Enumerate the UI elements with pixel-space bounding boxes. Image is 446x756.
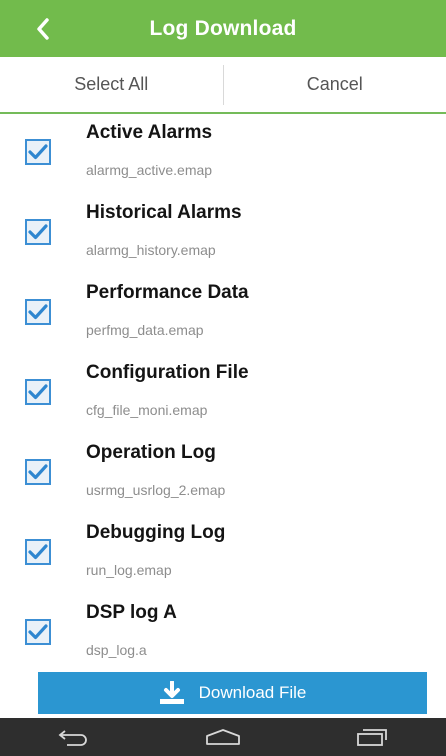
check-icon bbox=[28, 464, 48, 480]
item-filename: run_log.emap bbox=[86, 562, 172, 578]
page-title: Log Download bbox=[149, 16, 297, 40]
check-icon bbox=[28, 144, 48, 160]
action-bar: Select All Cancel bbox=[0, 57, 446, 114]
list-item[interactable]: Debugging Log run_log.emap bbox=[0, 514, 446, 594]
checkbox[interactable] bbox=[25, 539, 51, 565]
item-title: Historical Alarms bbox=[86, 202, 242, 223]
checkbox[interactable] bbox=[25, 459, 51, 485]
nav-back-button[interactable] bbox=[44, 718, 104, 756]
item-filename: alarmg_active.emap bbox=[86, 162, 213, 178]
item-title: Active Alarms bbox=[86, 122, 213, 143]
item-filename: alarmg_history.emap bbox=[86, 242, 216, 258]
list-item[interactable]: Configuration File cfg_file_moni.emap bbox=[0, 354, 446, 434]
item-filename: dsp_log.a bbox=[86, 642, 147, 658]
log-list: Active Alarms alarmg_active.emap Histori… bbox=[0, 114, 446, 674]
item-title: Debugging Log bbox=[86, 522, 226, 543]
item-filename: perfmg_data.emap bbox=[86, 322, 204, 338]
item-filename: cfg_file_moni.emap bbox=[86, 402, 208, 418]
check-icon bbox=[28, 304, 48, 320]
checkbox[interactable] bbox=[25, 139, 51, 165]
check-icon bbox=[28, 624, 48, 640]
item-title: Configuration File bbox=[86, 362, 249, 383]
download-file-button[interactable]: Download File bbox=[38, 672, 427, 714]
list-item[interactable]: Active Alarms alarmg_active.emap bbox=[0, 114, 446, 194]
system-navigation-bar bbox=[0, 718, 446, 756]
check-icon bbox=[28, 224, 48, 240]
nav-home-button[interactable] bbox=[193, 718, 253, 756]
item-title: DSP log A bbox=[86, 602, 177, 623]
nav-recent-button[interactable] bbox=[342, 718, 402, 756]
home-icon bbox=[206, 729, 240, 745]
checkbox[interactable] bbox=[25, 299, 51, 325]
checkbox[interactable] bbox=[25, 379, 51, 405]
select-all-button[interactable]: Select All bbox=[0, 57, 223, 112]
item-title: Operation Log bbox=[86, 442, 216, 463]
item-title: Performance Data bbox=[86, 282, 249, 303]
checkbox[interactable] bbox=[25, 619, 51, 645]
chevron-left-icon bbox=[37, 18, 49, 40]
check-icon bbox=[28, 544, 48, 560]
item-filename: usrmg_usrlog_2.emap bbox=[86, 482, 226, 498]
download-icon bbox=[159, 681, 185, 705]
recent-apps-icon bbox=[356, 729, 387, 746]
list-item[interactable]: Operation Log usrmg_usrlog_2.emap bbox=[0, 434, 446, 514]
list-item[interactable]: DSP log A dsp_log.a bbox=[0, 594, 446, 674]
download-file-label: Download File bbox=[198, 683, 307, 702]
cancel-button[interactable]: Cancel bbox=[224, 57, 446, 112]
list-item[interactable]: Performance Data perfmg_data.emap bbox=[0, 274, 446, 354]
checkbox[interactable] bbox=[25, 219, 51, 245]
title-bar: Log Download bbox=[0, 0, 446, 57]
back-icon bbox=[58, 730, 88, 746]
check-icon bbox=[28, 384, 48, 400]
list-item[interactable]: Historical Alarms alarmg_history.emap bbox=[0, 194, 446, 274]
back-button[interactable] bbox=[26, 12, 60, 46]
